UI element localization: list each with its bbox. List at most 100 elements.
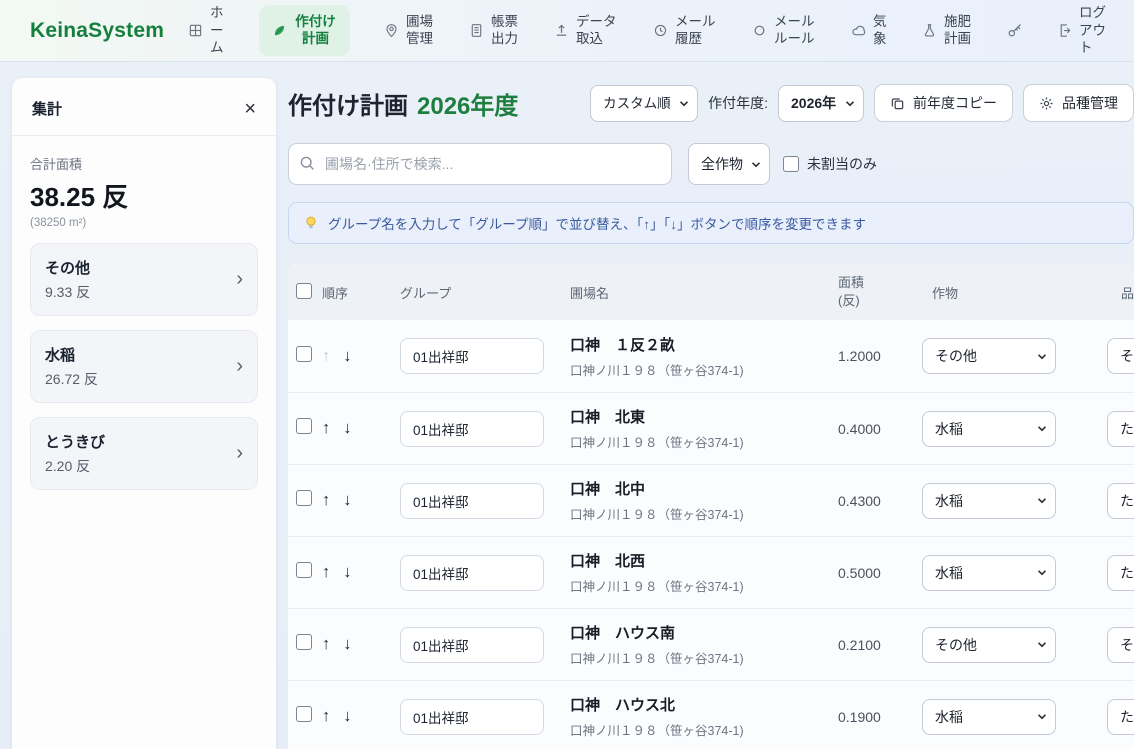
logout-icon xyxy=(1057,23,1072,38)
move-down-icon[interactable]: ↓ xyxy=(343,419,351,438)
title-controls: カスタム順 作付年度: 2026年 前年度コピー 品種管理 xyxy=(590,84,1134,122)
move-down-icon[interactable]: ↓ xyxy=(343,347,351,366)
title-row: 作付け計画 2026年度 カスタム順 作付年度: 2026年 前年度コピー xyxy=(288,82,1134,124)
crop-area: 9.33 反 xyxy=(45,282,90,302)
field-area: 1.2000 xyxy=(826,348,918,364)
unassigned-only-checkbox-wrap[interactable]: 未割当のみ xyxy=(783,154,877,174)
page-title: 作付け計画 xyxy=(288,86,408,121)
nav-item-fertilizer-plan[interactable]: 施肥計画 xyxy=(922,13,973,48)
page-title-year: 2026年度 xyxy=(417,86,518,121)
field-table: 順序 グループ 圃場名 面積 (反) 作物 品種 xyxy=(288,264,1134,749)
search-input[interactable] xyxy=(288,143,672,185)
move-down-icon[interactable]: ↓ xyxy=(343,491,351,510)
crop-select[interactable]: 水稲 xyxy=(922,411,1056,447)
crop-select[interactable]: その他 xyxy=(922,338,1056,374)
nav-item-mail-history[interactable]: メール履歴 xyxy=(653,13,718,48)
crop-area: 2.20 反 xyxy=(45,456,105,476)
variety-management-label: 品種管理 xyxy=(1062,93,1118,113)
field-name: 口神 北中 xyxy=(570,478,826,499)
nav-item-logout[interactable]: ログアウト xyxy=(1057,4,1108,57)
header-crop: 作物 xyxy=(918,283,1106,302)
group-input[interactable] xyxy=(400,483,544,519)
move-down-icon[interactable]: ↓ xyxy=(343,563,351,582)
nav-item-report-output[interactable]: 帳票出力 xyxy=(469,13,520,48)
crop-summary-card[interactable]: その他 9.33 反 › xyxy=(30,243,258,316)
table-row: ↑ ↓ 口神 北東 口神ノ川１９８（笹ヶ谷374-1) 0.4000 xyxy=(288,392,1134,464)
summary-body: 合計面積 38.25 反 (38250 m²) その他 9.33 反 › xyxy=(12,136,276,490)
field-area: 0.4000 xyxy=(826,421,918,437)
close-icon[interactable]: × xyxy=(244,99,256,119)
key-icon xyxy=(1007,22,1023,38)
select-all-checkbox[interactable] xyxy=(296,283,312,299)
plan-year-select[interactable]: 2026年 xyxy=(778,85,864,122)
group-input[interactable] xyxy=(400,627,544,663)
table-row: ↑ ↓ 口神 ハウス南 口神ノ川１９８（笹ヶ谷374-1) 0.2100 xyxy=(288,608,1134,680)
variety-select[interactable]: た xyxy=(1107,555,1134,591)
row-checkbox[interactable] xyxy=(296,706,312,722)
variety-select[interactable]: そ xyxy=(1107,338,1134,374)
group-input[interactable] xyxy=(400,699,544,735)
nav-item-mail-rules[interactable]: メールルール xyxy=(752,13,817,48)
crop-filter-select[interactable]: 全作物 xyxy=(688,143,770,185)
crop-select[interactable]: その他 xyxy=(922,627,1056,663)
total-area-sqm: (38250 m²) xyxy=(30,217,258,229)
nav-item-home[interactable]: ホーム xyxy=(188,4,225,57)
leaf-icon xyxy=(272,23,287,38)
group-input[interactable] xyxy=(400,338,544,374)
nav-item-weather[interactable]: 気象 xyxy=(851,13,888,48)
group-input[interactable] xyxy=(400,411,544,447)
crop-select[interactable]: 水稲 xyxy=(922,483,1056,519)
move-down-icon[interactable]: ↓ xyxy=(343,635,351,654)
variety-select[interactable]: た xyxy=(1107,483,1134,519)
crop-select[interactable]: 水稲 xyxy=(922,699,1056,735)
chevron-right-icon: › xyxy=(236,355,243,378)
field-name: 口神 北東 xyxy=(570,406,826,427)
crop-summary-card[interactable]: とうきび 2.20 反 › xyxy=(30,417,258,490)
header-variety: 品種 xyxy=(1106,283,1134,302)
field-name: 口神 １反２畝 xyxy=(570,334,826,355)
map-pin-icon xyxy=(384,23,399,38)
info-banner: グループ名を入力して「グループ順」で並び替え、「↑」「↓」ボタンで順序を変更でき… xyxy=(288,202,1134,244)
crop-summary-card[interactable]: 水稲 26.72 反 › xyxy=(30,330,258,403)
row-checkbox[interactable] xyxy=(296,562,312,578)
cloud-icon xyxy=(851,23,866,38)
table-row: ↑ ↓ 口神 北西 口神ノ川１９８（笹ヶ谷374-1) 0.5000 xyxy=(288,536,1134,608)
copy-previous-year-button[interactable]: 前年度コピー xyxy=(874,84,1013,122)
header-area: 面積 (反) xyxy=(826,274,918,309)
document-icon xyxy=(469,23,484,38)
nav-label: 圃場管理 xyxy=(406,13,435,48)
brand-logo[interactable]: KeinaSystem xyxy=(30,19,188,43)
nav-item-license-key[interactable] xyxy=(1007,22,1023,38)
variety-management-button[interactable]: 品種管理 xyxy=(1023,84,1134,122)
field-address: 口神ノ川１９８（笹ヶ谷374-1) xyxy=(570,504,826,523)
variety-select[interactable]: た xyxy=(1107,699,1134,735)
field-area: 0.5000 xyxy=(826,565,918,581)
nav-item-planting-plan[interactable]: 作付け計画 xyxy=(259,5,350,56)
move-up-icon[interactable]: ↑ xyxy=(322,707,330,726)
crop-select[interactable]: 水稲 xyxy=(922,555,1056,591)
nav-label: ログアウト xyxy=(1079,4,1108,57)
move-down-icon[interactable]: ↓ xyxy=(343,707,351,726)
move-up-icon[interactable]: ↑ xyxy=(322,347,330,366)
move-up-icon[interactable]: ↑ xyxy=(322,563,330,582)
move-up-icon[interactable]: ↑ xyxy=(322,491,330,510)
sort-order-select[interactable]: カスタム順 xyxy=(590,85,698,122)
unassigned-only-checkbox[interactable] xyxy=(783,156,799,172)
row-checkbox[interactable] xyxy=(296,490,312,506)
move-up-icon[interactable]: ↑ xyxy=(322,419,330,438)
variety-select[interactable]: た xyxy=(1107,411,1134,447)
row-checkbox[interactable] xyxy=(296,418,312,434)
history-clock-icon xyxy=(653,23,668,38)
nav-item-data-import[interactable]: データ取込 xyxy=(554,13,619,48)
group-input[interactable] xyxy=(400,555,544,591)
variety-select[interactable]: そ xyxy=(1107,627,1134,663)
filter-row: 全作物 未割当のみ xyxy=(288,143,1134,185)
field-address: 口神ノ川１９８（笹ヶ谷374-1) xyxy=(570,720,826,739)
nav-item-field-management[interactable]: 圃場管理 xyxy=(384,13,435,48)
row-checkbox[interactable] xyxy=(296,346,312,362)
body: 集計 × 合計面積 38.25 反 (38250 m²) その他 9.33 反 xyxy=(0,62,1134,749)
move-up-icon[interactable]: ↑ xyxy=(322,635,330,654)
row-checkbox[interactable] xyxy=(296,634,312,650)
field-address: 口神ノ川１９８（笹ヶ谷374-1) xyxy=(570,576,826,595)
crop-filter-select-wrap: 全作物 xyxy=(688,143,770,185)
